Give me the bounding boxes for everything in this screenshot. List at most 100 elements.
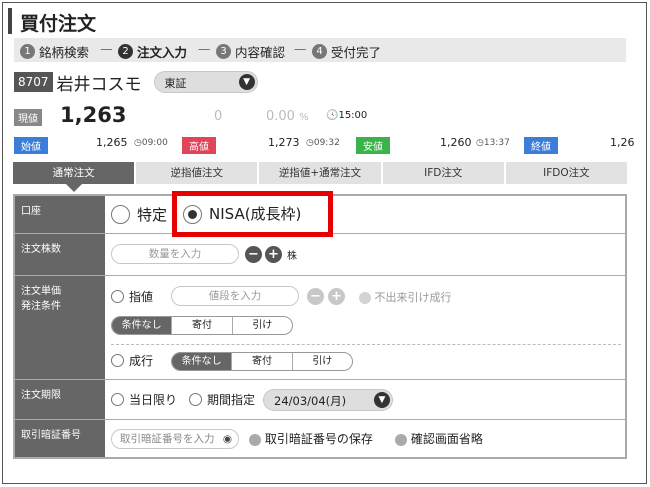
step-4-number: 4 (312, 44, 327, 59)
step-indicator: 1 銘柄検索 — 2 注文入力 — 3 内容確認 — 4 受付完了 (14, 38, 626, 62)
period-label: 注文期限 (15, 380, 105, 419)
step-3: 3 内容確認 (216, 42, 285, 61)
page-title: 買付注文 (8, 8, 628, 35)
market-condition-selector: 条件なし 寄付 引け (171, 352, 353, 371)
minus-icon[interactable]: − (245, 246, 262, 263)
period-row: 注文期限 当日限り 期間指定 24/03/04(月) ▼ (15, 380, 625, 420)
nisa-highlight-box (172, 191, 333, 237)
save-pin-radio (249, 433, 261, 446)
period-specify-radio[interactable] (189, 393, 202, 406)
low-value: 1,260 (440, 136, 472, 149)
high-tag: 高値 (182, 137, 216, 154)
pin-placeholder: 取引暗証番号を入力 (120, 433, 215, 445)
price-display: 現値 1,263 0 0.00 % 🕓15:00 (14, 100, 634, 132)
step-3-label: 内容確認 (235, 45, 286, 60)
no-trade-label: 不出来引け成行 (374, 291, 452, 304)
pct-value: 0.00 (266, 109, 295, 124)
step-2-number: 2 (118, 44, 133, 59)
no-trade-market-option[interactable]: 不出来引け成行 (359, 289, 452, 305)
high-time-value: 09:32 (313, 138, 340, 148)
market-cond-none[interactable]: 条件なし (172, 353, 232, 370)
quantity-row: 注文株数 数量を入力 − + 株 (15, 234, 625, 276)
market-value: 東証 (164, 77, 187, 90)
quantity-label: 注文株数 (15, 234, 105, 275)
high-time: ◷09:32 (306, 138, 340, 148)
tab-ifd-order[interactable]: IFD注文 (382, 162, 504, 184)
price-change: 0 (214, 109, 223, 124)
ohlc-row: 始値 1,265 ◷09:00 高値 1,273 ◷09:32 安値 1,260… (14, 136, 635, 154)
pin-label: 取引暗証番号 (15, 420, 105, 457)
current-price: 1,263 (60, 103, 127, 127)
open-tag: 始値 (14, 137, 48, 154)
limit-cond-close[interactable]: 引け (231, 317, 292, 334)
price-input[interactable]: 値段を入力 (171, 286, 299, 306)
price-condition-label: 注文単価 発注条件 (15, 276, 105, 379)
skip-confirm-radio (395, 433, 407, 446)
limit-condition-selector: 条件なし 寄付 引け (111, 316, 293, 335)
account-tokutei-label: 特定 (137, 206, 168, 224)
step-1-label: 銘柄検索 (39, 45, 90, 60)
plus-icon[interactable]: + (265, 246, 282, 263)
stock-code: 8707 (14, 72, 53, 92)
step-2: 2 注文入力 (118, 42, 187, 61)
high-value: 1,273 (268, 136, 300, 149)
step-2-label: 注文入力 (137, 45, 188, 60)
tab-normal-order[interactable]: 通常注文 (13, 162, 135, 192)
step-separator: — (100, 41, 113, 56)
order-type-tabs: 通常注文 逆指値注文 逆指値+通常注文 IFD注文 IFDO注文 (13, 162, 628, 192)
price-change-pct: 0.00 % (266, 109, 309, 124)
market-order-radio[interactable] (111, 354, 124, 367)
minus-icon[interactable]: − (307, 288, 324, 305)
chevron-down-icon: ▼ (238, 74, 255, 90)
stock-info: 8707 岩井コスモ 東証 ▼ (14, 70, 258, 95)
step-separator: — (294, 41, 307, 56)
pin-input[interactable]: 取引暗証番号を入力 ◉ (111, 429, 239, 449)
pct-unit: % (299, 112, 309, 123)
eye-icon[interactable]: ◉ (223, 430, 232, 448)
skip-confirm-option[interactable]: 確認画面省略 (395, 430, 483, 447)
limit-order-radio[interactable] (111, 290, 124, 303)
today-only-radio[interactable] (111, 393, 124, 406)
limit-order-label: 指値 (129, 290, 154, 304)
condition-label: 発注条件 (21, 301, 61, 312)
step-1-number: 1 (20, 44, 35, 59)
skip-confirm-label: 確認画面省略 (410, 432, 483, 446)
step-3-number: 3 (216, 44, 231, 59)
tab-stop-plus-normal[interactable]: 逆指値+通常注文 (259, 162, 381, 184)
clock-icon: 🕓 (326, 110, 339, 121)
step-separator: — (198, 41, 211, 56)
date-select[interactable]: 24/03/04(月) ▼ (263, 389, 393, 411)
current-price-tag: 現値 (14, 109, 42, 126)
quantity-input[interactable]: 数量を入力 (111, 244, 239, 264)
close-value: 1,26 (610, 136, 635, 149)
chevron-down-icon: ▼ (374, 392, 390, 408)
save-pin-option[interactable]: 取引暗証番号の保存 (249, 430, 373, 447)
date-value: 24/03/04(月) (274, 394, 347, 408)
price-time: 🕓15:00 (326, 110, 367, 121)
account-tokutei-radio[interactable] (111, 205, 130, 224)
market-cond-open[interactable]: 寄付 (231, 353, 291, 370)
step-4-label: 受付完了 (331, 45, 382, 60)
open-value: 1,265 (96, 136, 128, 149)
tab-stop-order[interactable]: 逆指値注文 (136, 162, 258, 184)
close-tag: 終値 (524, 137, 558, 154)
market-cond-close[interactable]: 引け (291, 353, 352, 370)
limit-cond-none[interactable]: 条件なし (112, 317, 172, 334)
save-pin-label: 取引暗証番号の保存 (264, 432, 373, 446)
period-specify-label: 期間指定 (207, 393, 256, 407)
price-label: 注文単価 (21, 286, 61, 297)
market-select[interactable]: 東証 ▼ (153, 71, 258, 93)
limit-cond-open[interactable]: 寄付 (171, 317, 231, 334)
low-time: ◷13:37 (476, 138, 510, 148)
low-time-value: 13:37 (483, 138, 510, 148)
low-tag: 安値 (356, 137, 390, 154)
plus-icon[interactable]: + (328, 288, 345, 305)
step-4: 4 受付完了 (312, 42, 381, 61)
divider (111, 344, 621, 345)
open-time-value: 09:00 (141, 138, 168, 148)
today-only-label: 当日限り (129, 393, 178, 407)
price-time-value: 15:00 (338, 110, 368, 121)
tab-ifdo-order[interactable]: IFDO注文 (505, 162, 628, 184)
step-1: 1 銘柄検索 (20, 42, 89, 61)
no-trade-radio (359, 292, 371, 304)
